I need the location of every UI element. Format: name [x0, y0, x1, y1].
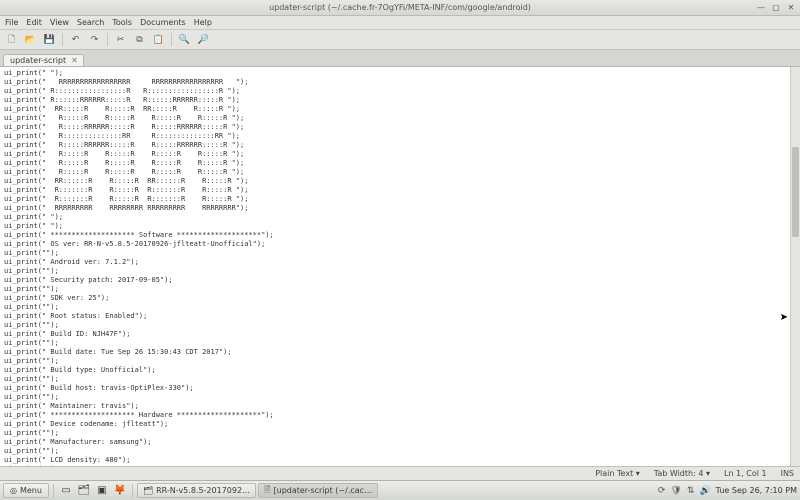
firefox-icon[interactable]: 🦊: [112, 483, 128, 499]
search-icon[interactable]: 🔍: [177, 32, 192, 47]
editor-statusbar: Plain Text ▾ Tab Width: 4 ▾ Ln 1, Col 1 …: [0, 466, 800, 480]
line-column: Ln 1, Col 1: [724, 469, 767, 478]
taskbar-window-1[interactable]: 🗂 RR-N-v5.8.5-2017092…: [137, 483, 256, 498]
insert-mode: INS: [781, 469, 794, 478]
menubar: File Edit View Search Tools Documents He…: [0, 16, 800, 30]
window-icon: 🗂: [143, 486, 153, 495]
tab-width[interactable]: Tab Width: 4 ▾: [654, 469, 710, 478]
code-editor[interactable]: ui_print(" "); ui_print(" RRRRRRRRRRRRRR…: [0, 67, 790, 466]
taskbar-separator: [132, 484, 133, 498]
menu-edit[interactable]: Edit: [26, 18, 42, 27]
menu-view[interactable]: View: [50, 18, 69, 27]
volume-tray-icon[interactable]: 🔊: [699, 486, 710, 496]
network-tray-icon[interactable]: ⇅: [687, 486, 695, 496]
maximize-button[interactable]: ▢: [770, 3, 782, 13]
file-manager-icon[interactable]: 🗂: [76, 483, 92, 499]
window-controls: — ▢ ✕: [755, 3, 797, 13]
menu-file[interactable]: File: [5, 18, 18, 27]
system-tray: ⟳ 🛡 ⇅ 🔊 Tue Sep 26, 7:10 PM: [658, 486, 797, 496]
mouse-cursor-icon: ➤: [780, 312, 788, 323]
mint-logo-icon: ◎: [10, 486, 17, 495]
clock[interactable]: Tue Sep 26, 7:10 PM: [716, 486, 797, 495]
save-file-icon[interactable]: 💾: [42, 32, 57, 47]
shield-tray-icon[interactable]: 🛡: [670, 486, 681, 496]
tab-updater-script[interactable]: updater-script ✕: [3, 54, 84, 66]
new-file-icon[interactable]: 🗋: [4, 32, 19, 47]
menu-search[interactable]: Search: [77, 18, 104, 27]
editor-area: ui_print(" "); ui_print(" RRRRRRRRRRRRRR…: [0, 67, 800, 466]
replace-icon[interactable]: 🔎: [196, 32, 211, 47]
open-file-icon[interactable]: 📂: [23, 32, 38, 47]
undo-icon[interactable]: ↶: [68, 32, 83, 47]
window-icon: 🗎: [264, 484, 270, 498]
tab-close-icon[interactable]: ✕: [71, 56, 78, 65]
menu-documents[interactable]: Documents: [140, 18, 186, 27]
menu-tools[interactable]: Tools: [112, 18, 132, 27]
menu-label: Menu: [20, 486, 42, 495]
close-button[interactable]: ✕: [785, 3, 797, 13]
menu-help[interactable]: Help: [194, 18, 212, 27]
copy-icon[interactable]: ⧉: [132, 32, 147, 47]
toolbar-separator: [62, 33, 63, 46]
taskbar-window-1-label: RR-N-v5.8.5-2017092…: [156, 486, 250, 495]
tab-label: updater-script: [10, 56, 66, 65]
syntax-mode[interactable]: Plain Text ▾: [595, 469, 640, 478]
scrollbar-thumb[interactable]: [792, 147, 799, 237]
start-menu-button[interactable]: ◎ Menu: [3, 483, 49, 498]
window-title: updater-script (~/.cache.fr-7OgYFi/META-…: [0, 3, 800, 12]
vertical-scrollbar[interactable]: [790, 67, 800, 466]
toolbar: 🗋 📂 💾 ↶ ↷ ✂ ⧉ 📋 🔍 🔎: [0, 30, 800, 50]
taskbar-separator: [53, 484, 54, 498]
taskbar-window-2[interactable]: 🗎 [updater-script (~/.cac…: [258, 483, 378, 498]
update-tray-icon[interactable]: ⟳: [658, 486, 666, 496]
cut-icon[interactable]: ✂: [113, 32, 128, 47]
tab-bar: updater-script ✕: [0, 50, 800, 67]
minimize-button[interactable]: —: [755, 3, 767, 13]
taskbar-window-2-label: [updater-script (~/.cac…: [274, 486, 373, 495]
redo-icon[interactable]: ↷: [87, 32, 102, 47]
window-titlebar: updater-script (~/.cache.fr-7OgYFi/META-…: [0, 0, 800, 16]
paste-icon[interactable]: 📋: [151, 32, 166, 47]
desktop-taskbar: ◎ Menu ▭ 🗂 ▣ 🦊 🗂 RR-N-v5.8.5-2017092… 🗎 …: [0, 480, 800, 500]
terminal-icon[interactable]: ▣: [94, 483, 110, 499]
toolbar-separator: [107, 33, 108, 46]
show-desktop-icon[interactable]: ▭: [58, 483, 74, 499]
toolbar-separator: [171, 33, 172, 46]
